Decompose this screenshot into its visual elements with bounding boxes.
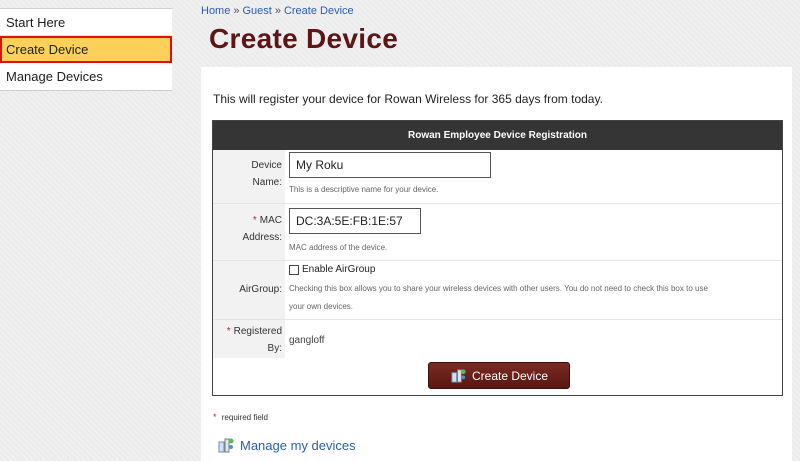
label-cell: * MAC Address: <box>213 204 285 260</box>
registered-by-row: * Registered By: gangloff <box>213 320 782 358</box>
mac-address-row: *MAC Address: MAC address of the device. <box>213 204 782 261</box>
device-network-icon <box>451 369 466 383</box>
mac-address-label: * MAC Address: <box>243 212 282 246</box>
intro-text: This will register your device for Rowan… <box>213 92 603 106</box>
sidebar-item-create-device[interactable]: Create Device <box>0 36 172 63</box>
enable-airgroup-label[interactable]: Enable AirGroup <box>302 264 375 275</box>
airgroup-checkbox-line: Enable AirGroup <box>289 264 375 275</box>
breadcrumb-separator: » <box>233 5 240 17</box>
airgroup-hint-line1: Checking this box allows you to share yo… <box>289 284 708 293</box>
form-header: Rowan Employee Device Registration <box>213 121 782 150</box>
device-network-icon <box>218 438 234 453</box>
sidebar-nav: Start Here Create Device Manage Devices <box>0 8 172 91</box>
breadcrumb-guest-link[interactable]: Guest <box>242 5 271 17</box>
label-cell: * Registered By: <box>213 320 285 358</box>
create-device-button-label: Create Device <box>471 368 549 383</box>
required-asterisk: * <box>213 412 217 422</box>
device-name-hint: This is a descriptive name for your devi… <box>289 185 439 194</box>
required-asterisk: * <box>252 215 257 226</box>
label-cell: Device Name: <box>213 150 285 203</box>
mac-address-input[interactable] <box>289 208 421 234</box>
registered-by-label: * Registered By: <box>227 323 282 357</box>
registered-by-value: gangloff <box>289 335 325 346</box>
registered-by-label-line1: Registered <box>233 326 282 337</box>
mac-label-line2: Address: <box>242 232 282 243</box>
breadcrumb-current-link[interactable]: Create Device <box>284 5 354 17</box>
device-name-label: Device Name: <box>251 157 282 191</box>
airgroup-hint: Checking this box allows you to share yo… <box>289 280 708 316</box>
required-field-text: required field <box>221 413 268 422</box>
breadcrumb-home-link[interactable]: Home <box>201 5 230 17</box>
enable-airgroup-checkbox[interactable] <box>289 264 299 275</box>
airgroup-row: AirGroup: Enable AirGroup Checking this … <box>213 261 782 320</box>
page-title: Create Device <box>209 23 399 54</box>
device-name-row: Device Name: This is a descriptive name … <box>213 150 782 204</box>
mac-label-line1: MAC <box>259 215 282 226</box>
main-content: This will register your device for Rowan… <box>201 67 792 461</box>
manage-my-devices-label[interactable]: Manage my devices <box>240 438 356 453</box>
sidebar-item-start-here[interactable]: Start Here <box>0 9 172 36</box>
mac-address-hint: MAC address of the device. <box>289 243 388 252</box>
device-name-input[interactable] <box>289 152 491 178</box>
breadcrumb: Home» Guest» Create Device <box>201 5 354 17</box>
create-device-button[interactable]: Create Device <box>428 362 570 389</box>
required-field-note: * required field <box>213 412 268 422</box>
airgroup-label: AirGroup: <box>239 284 282 295</box>
manage-my-devices-link[interactable]: Manage my devices <box>217 436 356 454</box>
registered-by-label-line2: By: <box>267 343 282 354</box>
airgroup-hint-line2: your own devices. <box>289 302 354 311</box>
device-name-label-line1: Device <box>251 160 282 171</box>
required-asterisk: * <box>226 326 231 337</box>
label-cell: AirGroup: <box>213 261 285 319</box>
sidebar-item-manage-devices[interactable]: Manage Devices <box>0 63 172 90</box>
device-name-label-line2: Name: <box>252 177 282 188</box>
device-registration-form: Rowan Employee Device Registration Devic… <box>212 120 783 396</box>
breadcrumb-separator: » <box>274 5 281 17</box>
